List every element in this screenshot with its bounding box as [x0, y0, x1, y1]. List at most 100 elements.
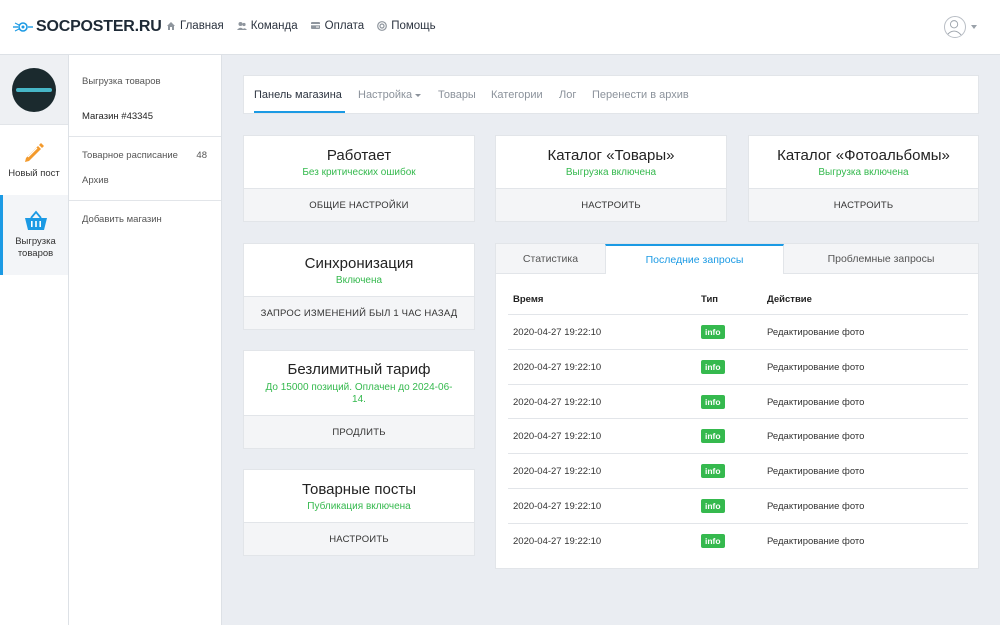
- brand-logo[interactable]: SOCPOSTER.RU: [13, 17, 162, 37]
- row-time: 2020-04-27 19:22:10: [513, 536, 602, 547]
- tab-settings[interactable]: Настройка: [358, 89, 422, 101]
- status-card-subtitle: Без критических ошибок: [302, 167, 416, 178]
- row-action: Редактирование фото: [767, 327, 865, 338]
- nav-home[interactable]: Главная: [166, 20, 224, 32]
- new-post-label: Новый пост: [8, 168, 60, 179]
- posts-card-subtitle: Публикация включена: [307, 501, 411, 512]
- sidebar-item-schedule[interactable]: Товарное расписание: [82, 150, 178, 161]
- row-time: 2020-04-27 19:22:10: [513, 327, 602, 338]
- catalog-albums-subtitle: Выгрузка включена: [818, 167, 909, 178]
- user-avatar[interactable]: [944, 16, 966, 38]
- sidebar-item-export[interactable]: Выгрузка товаров: [0, 195, 68, 275]
- table-row: 2020-04-27 19:22:10 info Редактирование …: [508, 349, 968, 384]
- sidebar-title[interactable]: Выгрузка товаров: [82, 76, 161, 87]
- nav-home-label: Главная: [180, 20, 224, 32]
- nav-payment-label: Оплата: [324, 20, 365, 32]
- type-badge: info: [701, 534, 725, 548]
- row-action: Редактирование фото: [767, 362, 865, 373]
- row-action: Редактирование фото: [767, 536, 865, 547]
- shop-logo: [12, 67, 56, 112]
- posts-settings-button[interactable]: НАСТРОИТЬ: [244, 522, 474, 555]
- table-row: 2020-04-27 19:22:10 info Редактирование …: [508, 488, 968, 523]
- table-row: 2020-04-27 19:22:10 info Редактирование …: [508, 418, 968, 453]
- catalog-albums-card: Каталог «Фотоальбомы» Выгрузка включена …: [748, 135, 979, 222]
- posts-card-title: Товарные посты: [301, 481, 416, 498]
- row-time: 2020-04-27 19:22:10: [513, 362, 602, 373]
- table-row: 2020-04-27 19:22:10 info Редактирование …: [508, 453, 968, 488]
- row-action: Редактирование фото: [767, 501, 865, 512]
- column-header-type: Тип: [701, 294, 719, 305]
- catalog-goods-subtitle: Выгрузка включена: [565, 167, 657, 178]
- top-navbar: SOCPOSTER.RU Главная Команда Оплата Помо…: [0, 0, 1000, 55]
- payment-icon: [310, 22, 320, 29]
- catalog-albums-settings-button[interactable]: НАСТРОИТЬ: [749, 188, 978, 221]
- tab-settings-label: Настройка: [358, 89, 413, 101]
- tariff-card: Безлимитный тариф До 15000 позиций. Опла…: [243, 350, 475, 449]
- sidebar-item-shop[interactable]: Магазин #43345: [82, 111, 153, 122]
- shop-logo-band: [16, 87, 52, 92]
- row-time: 2020-04-27 19:22:10: [513, 397, 602, 408]
- tab-shop-panel[interactable]: Панель магазина: [254, 89, 342, 101]
- type-badge: info: [701, 464, 725, 478]
- shop-logo-area[interactable]: [0, 55, 68, 125]
- general-settings-button[interactable]: ОБЩИЕ НАСТРОЙКИ: [244, 188, 474, 221]
- pencil-icon: [25, 143, 44, 162]
- sidebar-item-archive[interactable]: Архив: [82, 175, 109, 186]
- row-action: Редактирование фото: [767, 397, 865, 408]
- nav-payment[interactable]: Оплата: [310, 20, 365, 32]
- column-header-time: Время: [513, 294, 544, 305]
- nav-team-label: Команда: [250, 20, 298, 32]
- catalog-goods-settings-button[interactable]: НАСТРОИТЬ: [496, 188, 726, 221]
- catalog-goods-title: Каталог «Товары»: [547, 147, 675, 164]
- type-badge: info: [701, 325, 725, 339]
- row-action: Редактирование фото: [767, 431, 865, 442]
- add-shop-link[interactable]: Добавить магазин: [82, 214, 162, 225]
- requests-tabs: Статистика Последние запросы Проблемные …: [496, 244, 978, 274]
- export-label: Выгрузка товаров: [15, 236, 56, 260]
- catalog-goods-card: Каталог «Товары» Выгрузка включена НАСТР…: [495, 135, 727, 222]
- tab-statistics[interactable]: Статистика: [496, 244, 605, 274]
- tab-log[interactable]: Лог: [559, 89, 576, 101]
- active-tab-indicator: [254, 111, 345, 113]
- sync-status-button[interactable]: ЗАПРОС ИЗМЕНЕНИЙ БЫЛ 1 ЧАС НАЗАД: [244, 296, 474, 329]
- type-badge: info: [701, 499, 725, 513]
- row-action: Редактирование фото: [767, 466, 865, 477]
- sidebar-item-new-post[interactable]: Новый пост: [0, 125, 68, 195]
- nav-help[interactable]: Помощь: [377, 20, 436, 32]
- nav-team[interactable]: Команда: [236, 20, 298, 32]
- tariff-card-subtitle: До 15000 позиций. Оплачен до 2024-06-14.: [265, 382, 453, 405]
- catalog-albums-title: Каталог «Фотоальбомы»: [777, 147, 950, 164]
- status-card-title: Работает: [326, 147, 392, 164]
- type-badge: info: [701, 360, 725, 374]
- chevron-down-icon[interactable]: [971, 25, 977, 29]
- icon-sidebar: Новый пост Выгрузка товаров: [0, 55, 69, 625]
- secondary-sidebar: Выгрузка товаров Магазин #43345 Товарное…: [69, 55, 222, 625]
- table-row: 2020-04-27 19:22:10 info Редактирование …: [508, 523, 968, 558]
- schedule-count: 48: [196, 150, 207, 161]
- top-menu: Главная Команда Оплата Помощь: [166, 20, 436, 32]
- tab-categories[interactable]: Категории: [491, 89, 543, 101]
- export-label-line2: товаров: [17, 248, 54, 259]
- tab-problem-requests[interactable]: Проблемные запросы: [784, 244, 978, 274]
- sync-card: Синхронизация Включена ЗАПРОС ИЗМЕНЕНИЙ …: [243, 243, 475, 330]
- sync-card-title: Синхронизация: [304, 255, 414, 272]
- tariff-card-title: Безлимитный тариф: [287, 361, 431, 378]
- tab-recent-requests[interactable]: Последние запросы: [605, 244, 784, 274]
- posts-card: Товарные посты Публикация включена НАСТР…: [243, 469, 475, 556]
- basket-icon: [24, 210, 47, 230]
- user-icon: [946, 20, 962, 36]
- caret-down-icon: [415, 93, 422, 97]
- nav-help-label: Помощь: [391, 20, 436, 32]
- logo-icon: [13, 22, 33, 32]
- type-badge: info: [701, 395, 725, 409]
- tab-archive[interactable]: Перенести в архив: [592, 89, 689, 101]
- row-time: 2020-04-27 19:22:10: [513, 501, 602, 512]
- brand-name: SOCPOSTER.RU: [36, 18, 162, 35]
- sync-card-subtitle: Включена: [335, 275, 383, 286]
- tab-goods[interactable]: Товары: [438, 89, 476, 101]
- row-time: 2020-04-27 19:22:10: [513, 431, 602, 442]
- table-row: 2020-04-27 19:22:10 info Редактирование …: [508, 384, 968, 419]
- renew-button[interactable]: ПРОДЛИТЬ: [244, 415, 474, 448]
- divider: [69, 136, 221, 137]
- shop-tabs: Панель магазина Настройка Товары Категор…: [243, 75, 979, 114]
